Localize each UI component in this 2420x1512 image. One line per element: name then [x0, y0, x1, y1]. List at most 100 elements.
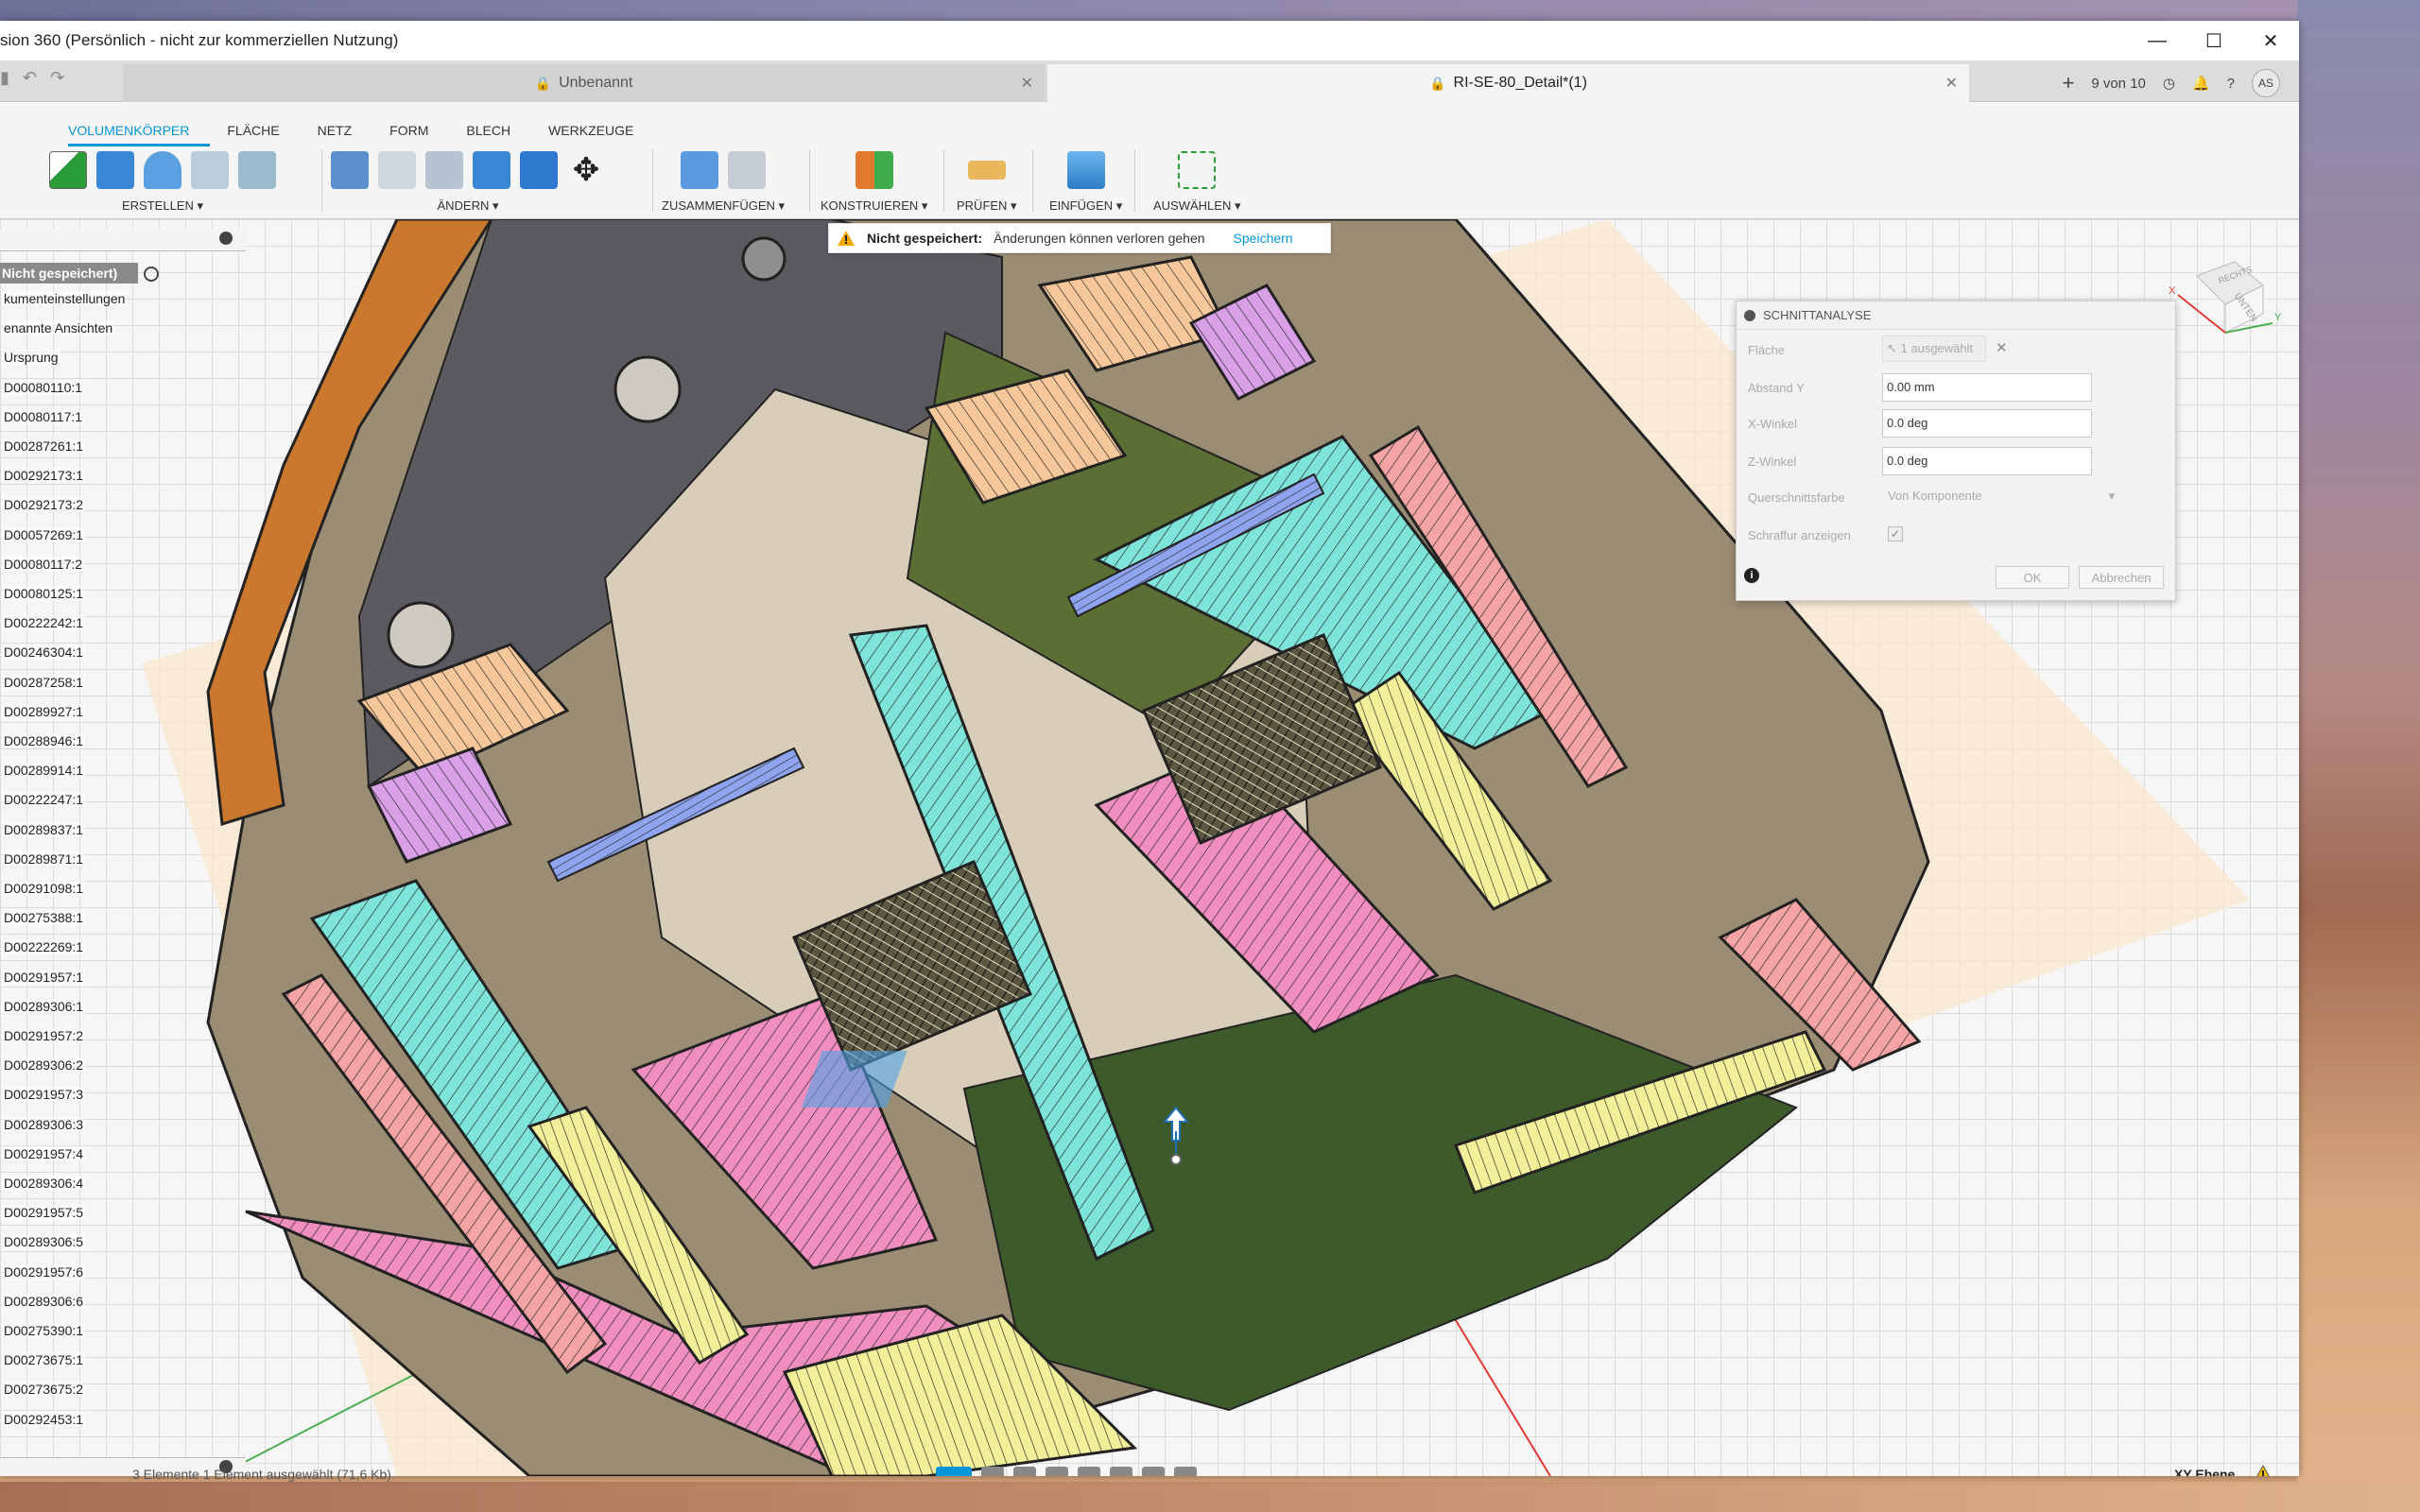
z-angle-input[interactable]: 0.0 deg — [1882, 447, 2092, 475]
browser-tree-item[interactable]: D00289306:4 — [2, 1176, 86, 1191]
browser-tree-item[interactable]: D00291957:5 — [2, 1205, 86, 1221]
undo-icon[interactable]: ↶ — [23, 68, 37, 88]
notification-bell-icon[interactable]: 🔔 — [2192, 75, 2210, 92]
select-box-icon[interactable] — [1178, 151, 1217, 189]
move-icon[interactable]: ✥ — [567, 151, 605, 189]
tab-werkzeuge[interactable]: WERKZEUGE — [548, 123, 654, 146]
browser-tree-item[interactable]: D00287261:1 — [2, 438, 86, 454]
redo-icon[interactable]: ↷ — [50, 68, 64, 88]
browser-tree-item[interactable]: enannte Ansichten — [2, 320, 115, 336]
tab-netz[interactable]: NETZ — [318, 123, 373, 146]
viewports-icon[interactable] — [1174, 1467, 1197, 1476]
joint-icon[interactable] — [728, 151, 767, 189]
browser-tree-item[interactable]: D00287258:1 — [2, 674, 86, 690]
new-tab-icon[interactable]: + — [2062, 71, 2074, 95]
auswaehlen-label[interactable]: AUSWÄHLEN ▾ — [1153, 198, 1241, 214]
tab-blech[interactable]: BLECH — [466, 123, 531, 146]
zoom-icon[interactable] — [1046, 1467, 1068, 1476]
tab-volumenkoerper[interactable]: VOLUMENKÖRPER — [68, 123, 211, 146]
look-at-icon[interactable] — [981, 1467, 1004, 1476]
browser-tree-item[interactable]: D00292173:2 — [2, 497, 86, 513]
grid-settings-icon[interactable] — [1142, 1467, 1165, 1476]
browser-tree-item[interactable]: D00080117:1 — [2, 408, 85, 424]
view-cube-graphic[interactable] — [2169, 257, 2282, 342]
tab-flaeche[interactable]: FLÄCHE — [227, 123, 300, 146]
browser-tree-item[interactable]: Ursprung — [2, 350, 60, 366]
browser-tree-item[interactable]: D00275388:1 — [2, 910, 86, 926]
pan-hand-icon[interactable] — [1013, 1467, 1036, 1476]
orbit-tool-icon[interactable] — [936, 1467, 972, 1476]
shell-icon[interactable] — [425, 151, 463, 189]
browser-tree-item[interactable]: D00291957:4 — [2, 1145, 86, 1161]
browser-tree-item[interactable]: D00291957:6 — [2, 1263, 86, 1280]
save-link[interactable]: Speichern — [1234, 231, 1293, 246]
activate-radio-icon[interactable] — [144, 266, 159, 282]
info-icon[interactable]: i — [1744, 568, 1759, 583]
warning-icon[interactable] — [2254, 1465, 2273, 1476]
offset-input[interactable]: 0.00 mm — [1882, 373, 2092, 402]
insert-image-icon[interactable] — [1066, 151, 1105, 189]
browser-tree-item[interactable]: D00291098:1 — [2, 881, 86, 896]
browser-tree-item[interactable]: D00246304:1 — [2, 644, 86, 661]
browser-tree-item[interactable]: D00289306:6 — [2, 1293, 86, 1309]
clock-icon[interactable]: ◷ — [2163, 75, 2175, 92]
section-origin-point[interactable] — [1170, 1154, 1182, 1165]
fit-icon[interactable] — [1078, 1467, 1100, 1476]
browser-tree-item[interactable]: D00273675:2 — [2, 1382, 86, 1398]
combine-icon[interactable] — [473, 151, 510, 189]
browser-tree-item[interactable]: D00080125:1 — [2, 586, 86, 601]
browser-tree-item[interactable]: D00273675:1 — [2, 1352, 86, 1368]
browser-tree-item[interactable]: D00222247:1 — [2, 792, 86, 808]
browser-tree-item[interactable]: D00289306:2 — [2, 1057, 86, 1074]
browser-tree-item[interactable]: D00292453:1 — [2, 1411, 86, 1427]
konstruieren-label[interactable]: KONSTRUIEREN ▾ — [821, 198, 927, 214]
save-icon[interactable]: ▮ — [0, 68, 9, 88]
zusammenfuegen-label[interactable]: ZUSAMMENFÜGEN ▾ — [662, 198, 785, 214]
new-component-icon[interactable] — [681, 151, 719, 189]
pattern-icon[interactable] — [238, 151, 276, 189]
minimize-button[interactable]: — — [2129, 21, 2186, 60]
help-icon[interactable]: ? — [2227, 76, 2235, 92]
view-cube[interactable]: RECHTS UNTEN X Y — [2169, 257, 2282, 342]
browser-tree-item[interactable]: D00275390:1 — [2, 1323, 86, 1338]
browser-tree-item[interactable]: D00080117:2 — [2, 556, 85, 572]
cancel-button[interactable]: Abbrechen — [2079, 566, 2164, 589]
browser-tree-item[interactable]: D00291957:1 — [2, 969, 86, 985]
maximize-button[interactable]: ☐ — [2186, 21, 2242, 60]
browser-tree-item[interactable]: D00289837:1 — [2, 821, 86, 837]
browser-tree-item[interactable]: D00289306:1 — [2, 998, 86, 1014]
tab-unbenannt[interactable]: 🔒 Unbenannt ✕ — [123, 64, 1045, 102]
close-tab-icon[interactable]: ✕ — [1021, 74, 1033, 93]
fillet-icon[interactable] — [378, 151, 416, 189]
ok-button[interactable]: OK — [1996, 566, 2069, 589]
browser-tree-item[interactable]: D00222242:1 — [2, 615, 86, 631]
offset-face-icon[interactable] — [520, 151, 558, 189]
collapse-browser-icon[interactable] — [219, 232, 233, 245]
collapse-dialog-icon[interactable] — [1744, 309, 1755, 321]
tab-form[interactable]: FORM — [389, 123, 449, 146]
aendern-label[interactable]: ÄNDERN ▾ — [437, 198, 498, 214]
measure-icon[interactable] — [967, 161, 1006, 180]
face-selection-chip[interactable]: ↖ 1 ausgewählt — [1882, 335, 1986, 362]
press-pull-icon[interactable] — [331, 151, 369, 189]
close-window-button[interactable]: ✕ — [2242, 21, 2299, 60]
section-color-select[interactable]: Von Komponente ▾ — [1888, 489, 2134, 503]
create-sketch-icon[interactable] — [49, 151, 87, 189]
browser-tree-item[interactable]: D00222269:1 — [2, 939, 86, 955]
browser-tree-item[interactable]: D00291957:2 — [2, 1028, 86, 1043]
hole-icon[interactable] — [191, 151, 229, 189]
browser-tree-item[interactable]: D00291957:3 — [2, 1087, 86, 1103]
user-avatar[interactable]: AS — [2252, 69, 2280, 97]
job-status-counter[interactable]: 9 von 10 — [2091, 76, 2146, 92]
browser-tree-item[interactable]: D00080110:1 — [2, 379, 85, 395]
x-angle-input[interactable]: 0.0 deg — [1882, 409, 2092, 438]
browser-root-item[interactable]: Nicht gespeichert) — [0, 263, 138, 284]
clear-selection-icon[interactable]: ✕ — [1996, 339, 2008, 356]
extrude-icon[interactable] — [96, 151, 134, 189]
display-settings-icon[interactable] — [1110, 1467, 1132, 1476]
browser-tree-item[interactable]: D00288946:1 — [2, 733, 86, 748]
close-tab-icon[interactable]: ✕ — [1945, 74, 1958, 93]
browser-tree-item[interactable]: D00289914:1 — [2, 763, 86, 779]
browser-tree-item[interactable]: D00289306:5 — [2, 1234, 86, 1250]
browser-tree-item[interactable]: kumenteinstellungen — [2, 291, 128, 306]
